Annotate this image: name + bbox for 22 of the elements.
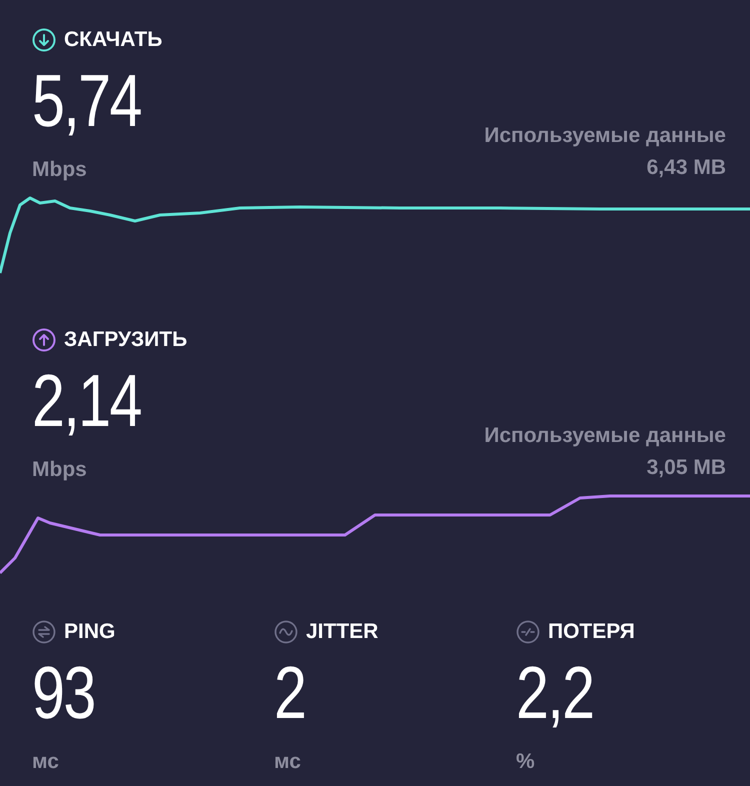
data-used-value: 3,05 MB xyxy=(646,455,726,482)
metric-unit: % xyxy=(516,748,535,774)
metric-value: 2,2 xyxy=(516,656,594,730)
metric-label: ПОТЕРЯ xyxy=(548,619,635,645)
metric-value: 93 xyxy=(32,656,95,730)
download-label: СКАЧАТЬ xyxy=(64,27,162,53)
upload-label: ЗАГРУЗИТЬ xyxy=(64,327,188,353)
metric-unit: мс xyxy=(32,748,59,774)
metric-value: 2 xyxy=(274,656,306,730)
data-used-label: Используемые данные xyxy=(483,422,726,449)
wave-icon xyxy=(274,620,298,644)
data-used-value: 6,43 MB xyxy=(646,155,726,182)
metric-unit: мс xyxy=(274,748,301,774)
metric-label: PING xyxy=(64,619,116,645)
metric-label: JITTER xyxy=(306,619,378,645)
speed-value: 2,14 xyxy=(32,364,141,438)
data-used-label: Используемые данные xyxy=(483,122,726,149)
speed-unit: Mbps xyxy=(32,456,87,482)
speed-unit: Mbps xyxy=(32,156,87,182)
speed-value: 5,74 xyxy=(32,64,141,138)
ping-icon xyxy=(32,620,56,644)
packet-loss-icon xyxy=(516,620,540,644)
